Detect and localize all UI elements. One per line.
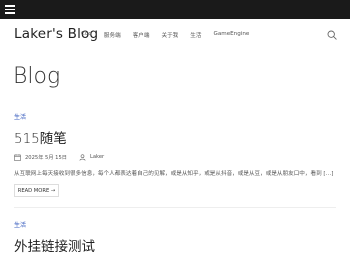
hamburger-icon[interactable] [5, 5, 15, 14]
post-category[interactable]: 生活 [14, 112, 26, 121]
post-title[interactable]: 外挂链接测试 [14, 235, 95, 255]
post-divider [14, 207, 336, 208]
main-nav: Cod 服务端 客户端 关于我 生活 GameEngine [81, 31, 261, 39]
admin-bar [0, 0, 350, 19]
post-title[interactable]: 515随笔 [14, 127, 67, 147]
post-date: 2025年 5月 15日 [25, 154, 67, 161]
search-icon[interactable] [327, 30, 337, 40]
user-icon [79, 153, 86, 161]
post-author[interactable]: Laker [90, 154, 104, 160]
post-excerpt: 从互联网上每天接收到很多信息，每个人都表达着自己的见解，或是从知乎，或是从抖音，… [14, 171, 334, 177]
nav-item-life[interactable]: 生活 [190, 31, 201, 39]
post-meta: 2025年 5月 15日 Laker [14, 152, 104, 162]
read-more-button[interactable]: READ MORE → [14, 184, 59, 197]
site-header: Laker's Blog Cod 服务端 客户端 关于我 生活 GameEngi… [0, 19, 350, 51]
post-category[interactable]: 生活 [14, 220, 26, 229]
nav-item-client[interactable]: 客户端 [133, 31, 150, 39]
nav-item-gameengine[interactable]: GameEngine [213, 31, 249, 39]
nav-item-cod[interactable]: Cod [81, 31, 92, 39]
page-title: Blog [13, 64, 61, 89]
nav-item-about[interactable]: 关于我 [161, 31, 178, 39]
calendar-icon [14, 153, 21, 161]
nav-item-server[interactable]: 服务端 [104, 31, 121, 39]
